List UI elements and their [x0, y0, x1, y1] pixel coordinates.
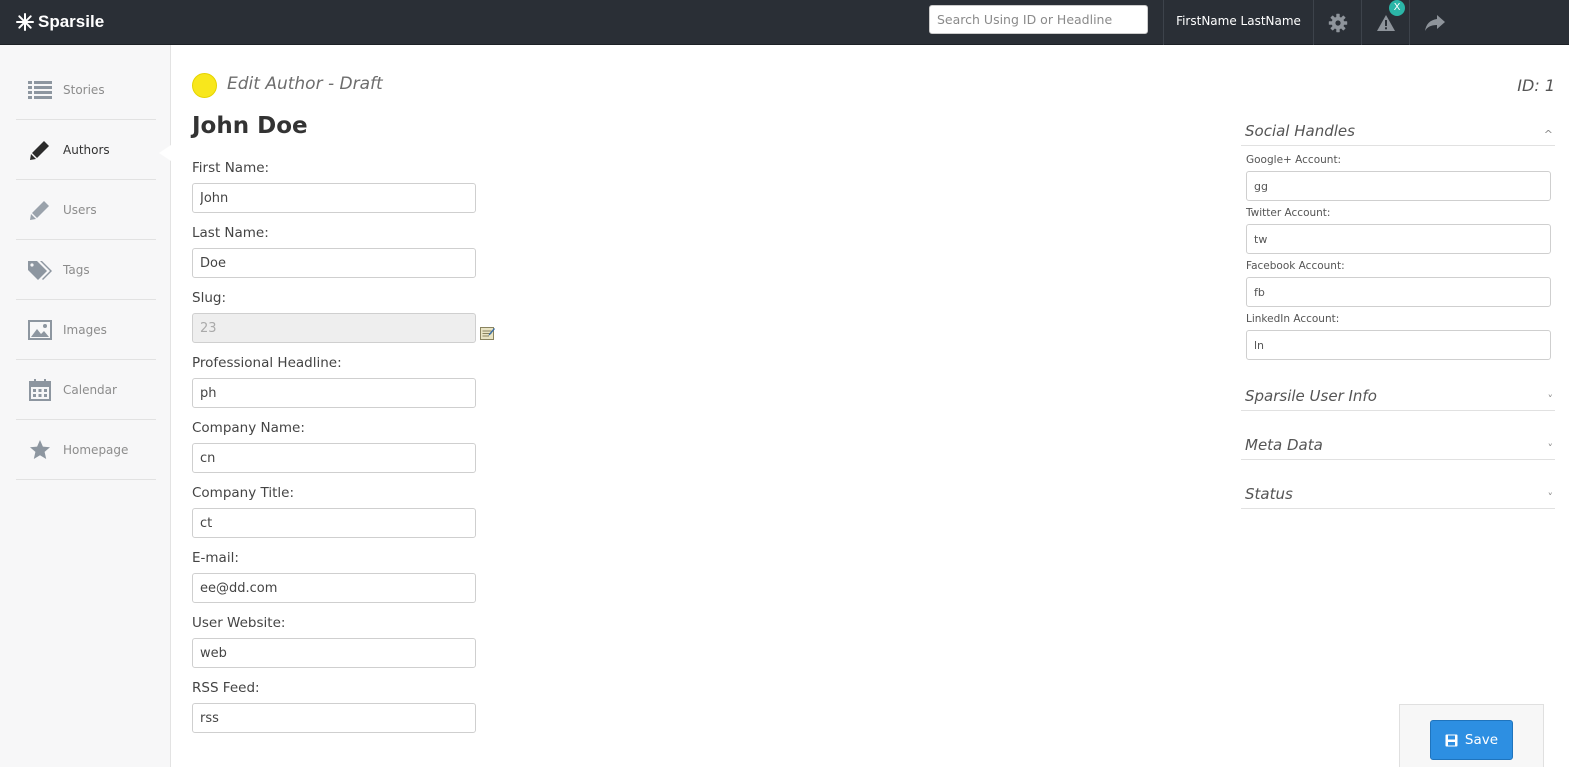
section-title: Meta Data: [1245, 436, 1323, 454]
sparsile-user-info-section-toggle[interactable]: Sparsile User Info ˅: [1241, 387, 1555, 411]
author-name-heading: John Doe: [192, 113, 308, 139]
google-account-label: Google+ Account:: [1246, 154, 1342, 166]
sidebar-item-label: Stories: [63, 82, 105, 97]
company-name-label: Company Name:: [192, 420, 305, 436]
save-button[interactable]: Save: [1430, 720, 1513, 760]
user-website-input[interactable]: [192, 638, 476, 668]
sidebar-item-label: Homepage: [63, 442, 129, 457]
meta-data-section-toggle[interactable]: Meta Data ˅: [1241, 436, 1555, 460]
active-nav-pointer: [159, 145, 171, 161]
first-name-label: First Name:: [192, 160, 270, 176]
sidebar-item-label: Calendar: [63, 382, 117, 397]
sidebar-item-stories[interactable]: Stories: [16, 60, 156, 120]
chevron-down-icon: ˅: [1547, 393, 1554, 406]
user-website-label: User Website:: [192, 615, 286, 631]
page-title: Edit Author - Draft: [227, 74, 383, 94]
draft-status-indicator: [192, 73, 217, 98]
section-title: Social Handles: [1245, 122, 1355, 140]
status-section-toggle[interactable]: Status ˅: [1241, 485, 1555, 509]
sidebar-item-authors[interactable]: Authors: [16, 120, 156, 180]
calendar-icon: [27, 377, 53, 403]
search-input[interactable]: [929, 5, 1148, 34]
professional-headline-label: Professional Headline:: [192, 355, 342, 371]
record-id: ID: 1: [1517, 76, 1555, 95]
brand-name: Sparsile: [38, 12, 105, 31]
sidebar-item-homepage[interactable]: Homepage: [16, 420, 156, 480]
sidebar-item-calendar[interactable]: Calendar: [16, 360, 156, 420]
warning-icon: [1376, 14, 1395, 31]
company-title-label: Company Title:: [192, 485, 294, 501]
star-icon: [27, 437, 53, 463]
chevron-down-icon: ˅: [1547, 491, 1554, 504]
chevron-down-icon: ˅: [1547, 442, 1554, 455]
brand-logo[interactable]: Sparsile: [16, 11, 104, 33]
list-icon: [27, 77, 53, 103]
linkedin-account-label: LinkedIn Account:: [1246, 313, 1340, 325]
floppy-disk-icon: [1445, 734, 1458, 746]
slug-input: [192, 313, 476, 343]
google-account-input[interactable]: [1246, 171, 1551, 201]
logout-button[interactable]: [1411, 0, 1458, 45]
sidebar-item-tags[interactable]: Tags: [16, 240, 156, 300]
email-label: E-mail:: [192, 550, 239, 566]
company-title-input[interactable]: [192, 508, 476, 538]
company-name-input[interactable]: [192, 443, 476, 473]
settings-button[interactable]: [1314, 0, 1361, 45]
sidebar: Stories Authors Users Tags Images Calend…: [0, 45, 171, 767]
last-name-input[interactable]: [192, 248, 476, 278]
pencil-icon: [27, 197, 53, 223]
edit-slug-icon[interactable]: [480, 325, 495, 340]
professional-headline-input[interactable]: [192, 378, 476, 408]
rss-feed-label: RSS Feed:: [192, 680, 260, 696]
user-menu[interactable]: FirstName LastName: [1164, 0, 1313, 45]
sidebar-item-label: Images: [63, 322, 107, 337]
sidebar-item-label: Tags: [63, 262, 90, 277]
social-handles-section-toggle[interactable]: Social Handles ^: [1241, 122, 1555, 146]
slug-label: Slug:: [192, 290, 226, 306]
rss-feed-input[interactable]: [192, 703, 476, 733]
sidebar-item-label: Users: [63, 202, 97, 217]
alert-badge[interactable]: X: [1389, 0, 1405, 16]
sidebar-item-images[interactable]: Images: [16, 300, 156, 360]
section-title: Status: [1245, 485, 1293, 503]
twitter-account-label: Twitter Account:: [1246, 207, 1331, 219]
image-icon: [27, 317, 53, 343]
facebook-account-input[interactable]: [1246, 277, 1551, 307]
sparkle-icon: [16, 13, 34, 31]
save-button-label: Save: [1464, 732, 1499, 748]
tags-icon: [27, 257, 53, 283]
first-name-input[interactable]: [192, 183, 476, 213]
share-arrow-icon: [1424, 14, 1445, 31]
facebook-account-label: Facebook Account:: [1246, 260, 1345, 272]
twitter-account-input[interactable]: [1246, 224, 1551, 254]
sidebar-item-users[interactable]: Users: [16, 180, 156, 240]
gear-icon: [1328, 13, 1347, 32]
section-title: Sparsile User Info: [1245, 387, 1377, 405]
top-bar: Sparsile FirstName LastName: [0, 0, 1569, 45]
email-input[interactable]: [192, 573, 476, 603]
pencil-icon: [27, 137, 53, 163]
linkedin-account-input[interactable]: [1246, 330, 1551, 360]
chevron-up-icon: ^: [1543, 128, 1553, 141]
last-name-label: Last Name:: [192, 225, 269, 241]
sidebar-item-label: Authors: [63, 142, 110, 157]
divider: [1409, 0, 1410, 45]
